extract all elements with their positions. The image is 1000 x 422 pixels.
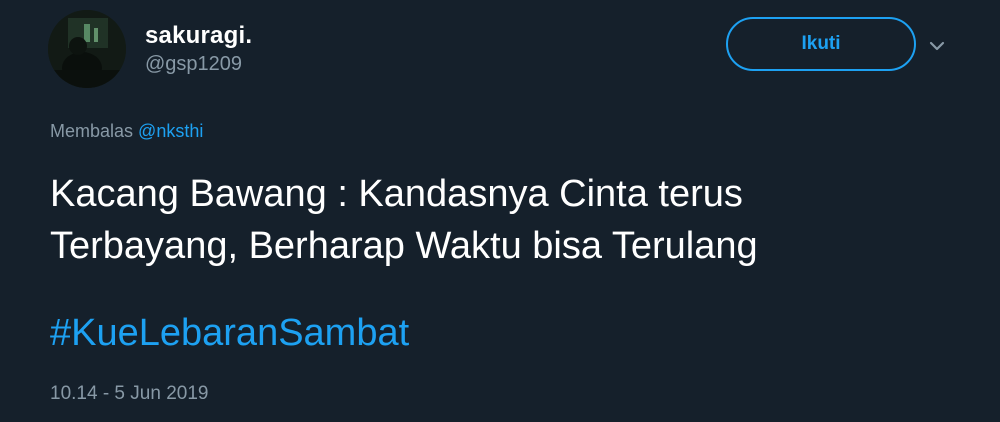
avatar[interactable] [48, 10, 126, 88]
tweet-card: sakuragi. @gsp1209 Ikuti Membalas @nksth… [0, 0, 1000, 422]
hashtag-link[interactable]: #KueLebaranSambat [50, 312, 409, 355]
follow-button[interactable]: Ikuti [726, 17, 916, 71]
tweet-text-line-2: Terbayang, Berharap Waktu bisa Terulang [50, 225, 758, 267]
reply-prefix: Membalas [50, 121, 134, 141]
chevron-down-icon [929, 41, 945, 51]
avatar-photo-icon [48, 10, 126, 88]
reply-context: Membalas @nksthi [50, 121, 203, 142]
tweet-text: Kacang Bawang : Kandasnya Cinta terus Te… [50, 168, 930, 272]
reply-mention-link[interactable]: @nksthi [138, 121, 203, 141]
author-display-name[interactable]: sakuragi. [145, 22, 252, 50]
tweet-text-line-1: Kacang Bawang : Kandasnya Cinta terus [50, 173, 743, 215]
more-options-button[interactable] [926, 38, 948, 54]
tweet-timestamp[interactable]: 10.14 - 5 Jun 2019 [50, 383, 208, 405]
author-handle[interactable]: @gsp1209 [145, 53, 242, 76]
